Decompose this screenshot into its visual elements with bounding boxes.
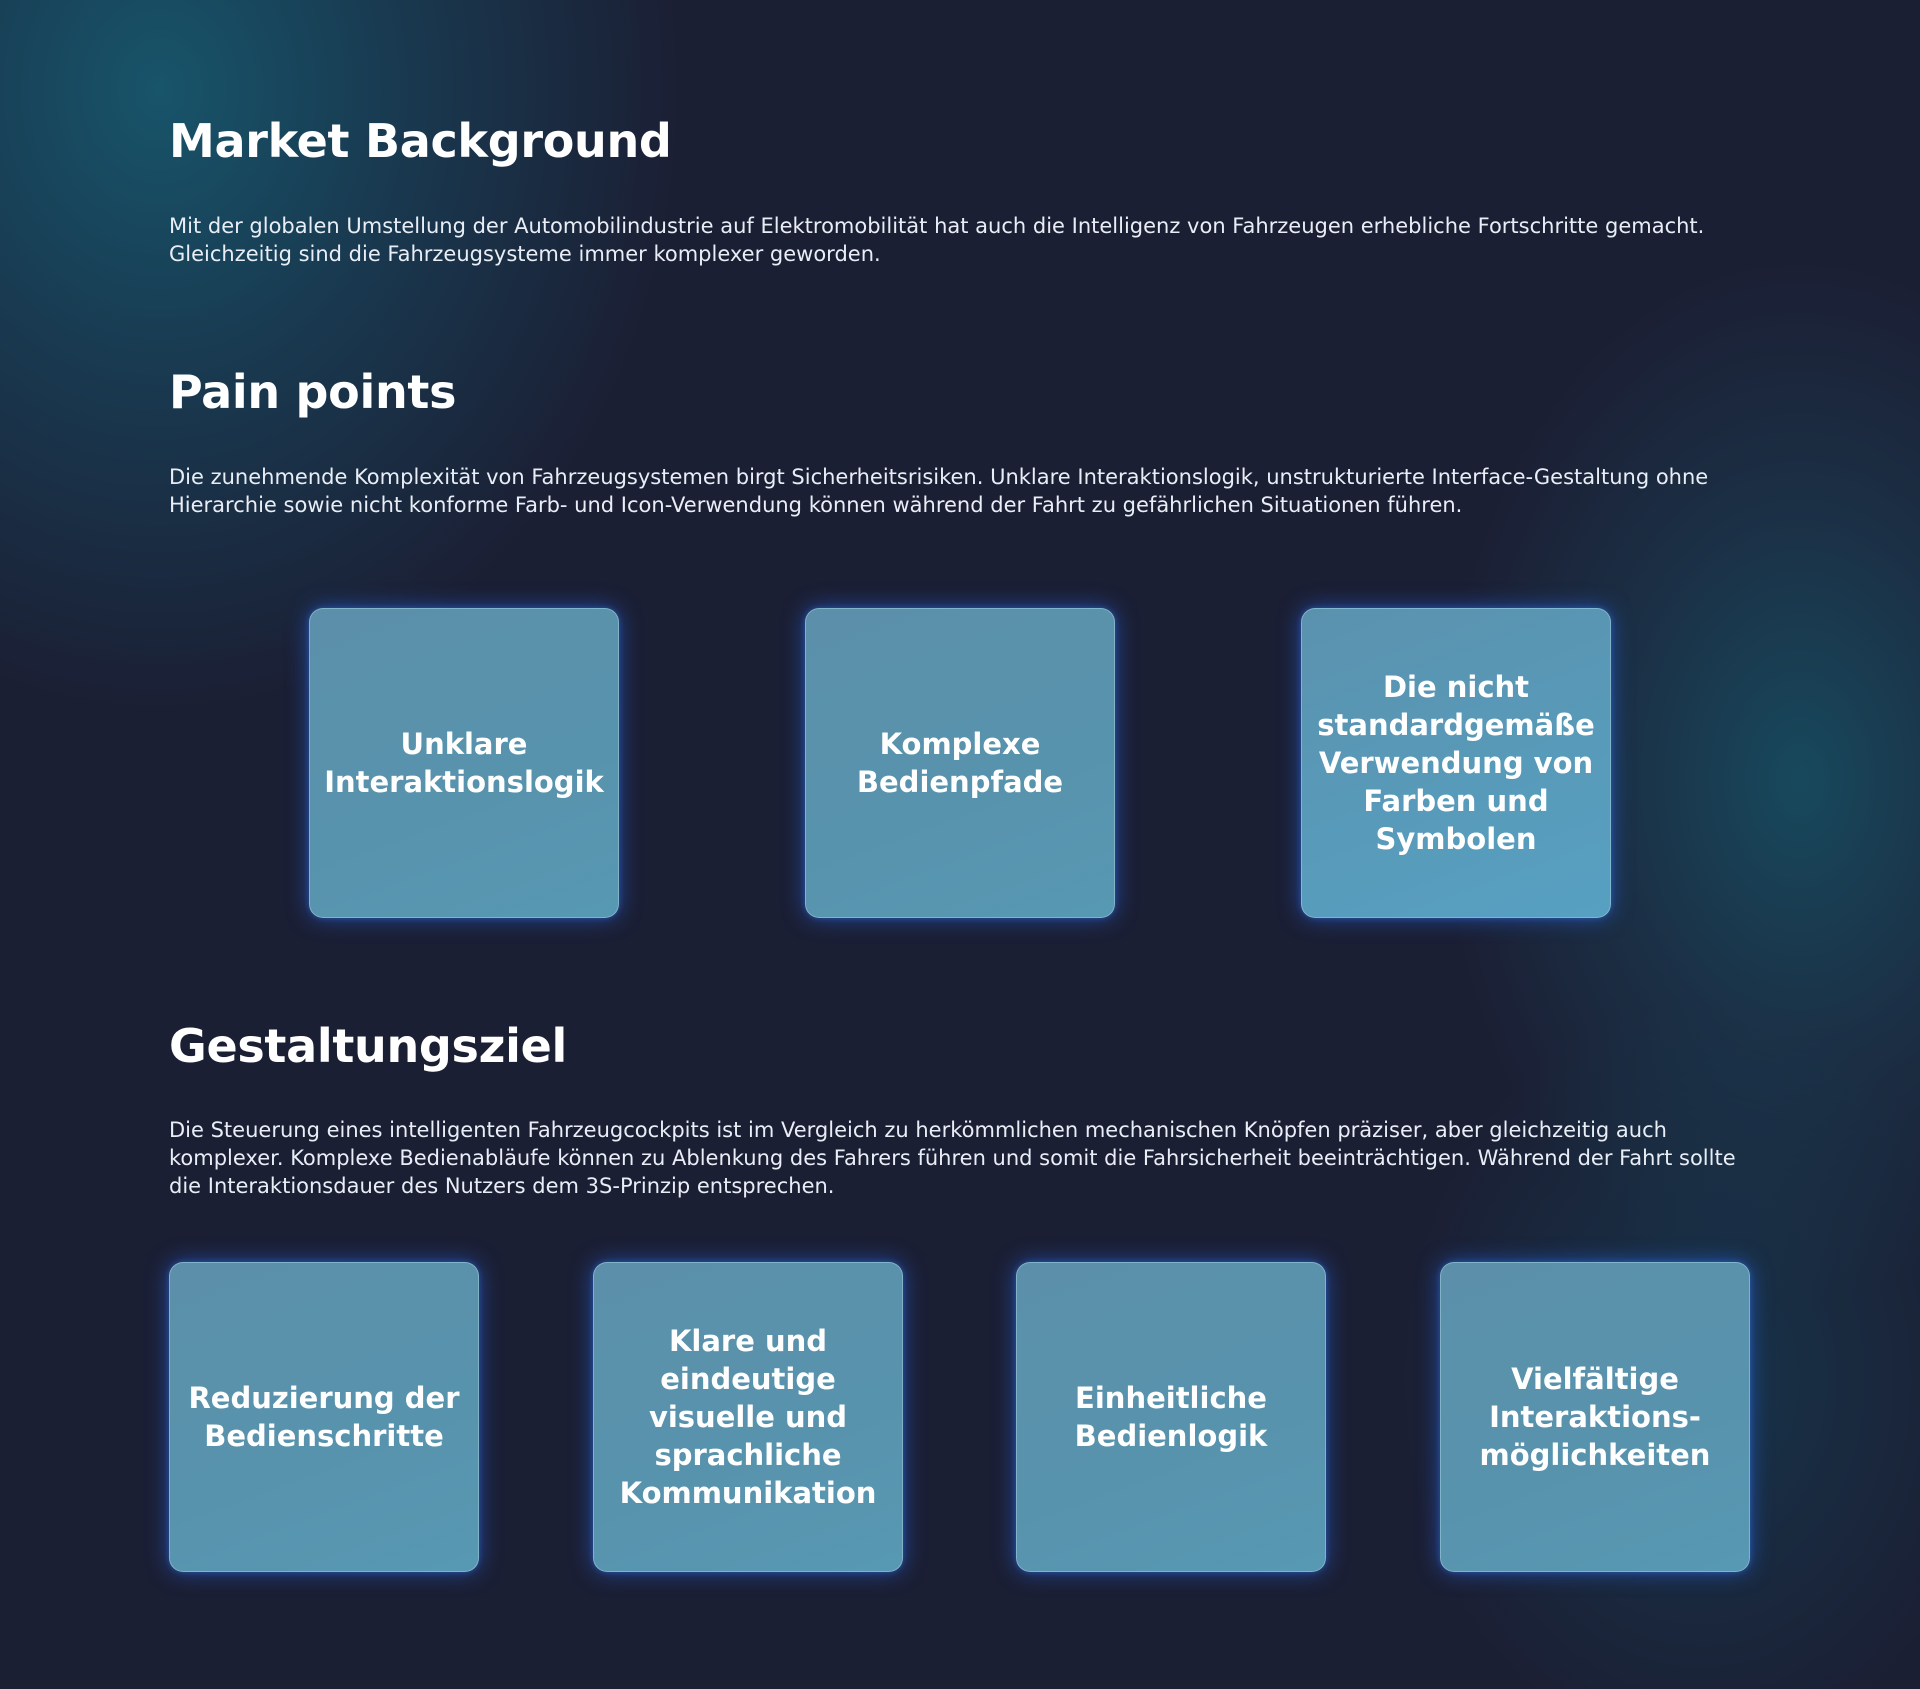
pain-points-text-block: Die zunehmende Komplexität von Fahrzeugs… xyxy=(169,463,1749,519)
goal-title: Gestaltungsziel xyxy=(169,1019,567,1073)
pain-points-title: Pain points xyxy=(169,365,457,419)
pain-points-text: Die zunehmende Komplexität von Fahrzeugs… xyxy=(169,465,1709,517)
goal-section: Gestaltungsziel xyxy=(169,1018,1749,1074)
goal-card: Vielfältige Interaktions-möglichkeiten xyxy=(1440,1262,1750,1572)
pain-point-card-label: Unklare Interaktionslogik xyxy=(324,727,604,799)
goal-text-block: Die Steuerung eines intelligenten Fahrze… xyxy=(169,1116,1749,1200)
pain-point-card: Unklare Interaktionslogik xyxy=(309,608,619,918)
goal-text: Die Steuerung eines intelligenten Fahrze… xyxy=(169,1118,1736,1198)
goal-card: Klare und eindeutige visuelle und sprach… xyxy=(593,1262,903,1572)
goal-card: Reduzierung der Bedienschritte xyxy=(169,1262,479,1572)
pain-point-card: Komplexe Bedienpfade xyxy=(805,608,1115,918)
market-section: Market Background xyxy=(169,113,1749,169)
market-title: Market Background xyxy=(169,114,672,168)
market-text: Mit der globalen Umstellung der Automobi… xyxy=(169,214,1705,266)
goal-card-label: Reduzierung der Bedienschritte xyxy=(188,1381,460,1453)
goal-card: Einheitliche Bedienlogik xyxy=(1016,1262,1326,1572)
pain-points-section: Pain points xyxy=(169,364,1749,420)
goal-card-label: Einheitliche Bedienlogik xyxy=(1074,1381,1268,1453)
pain-point-card-label: Die nicht standardgemäße Verwendung von … xyxy=(1317,670,1595,856)
pain-point-card-label: Komplexe Bedienpfade xyxy=(856,727,1064,799)
pain-point-card: Die nicht standardgemäße Verwendung von … xyxy=(1301,608,1611,918)
goal-card-label: Vielfältige Interaktions-möglichkeiten xyxy=(1479,1362,1711,1472)
market-text-block: Mit der globalen Umstellung der Automobi… xyxy=(169,212,1729,268)
goal-card-label: Klare und eindeutige visuelle und sprach… xyxy=(619,1324,877,1510)
